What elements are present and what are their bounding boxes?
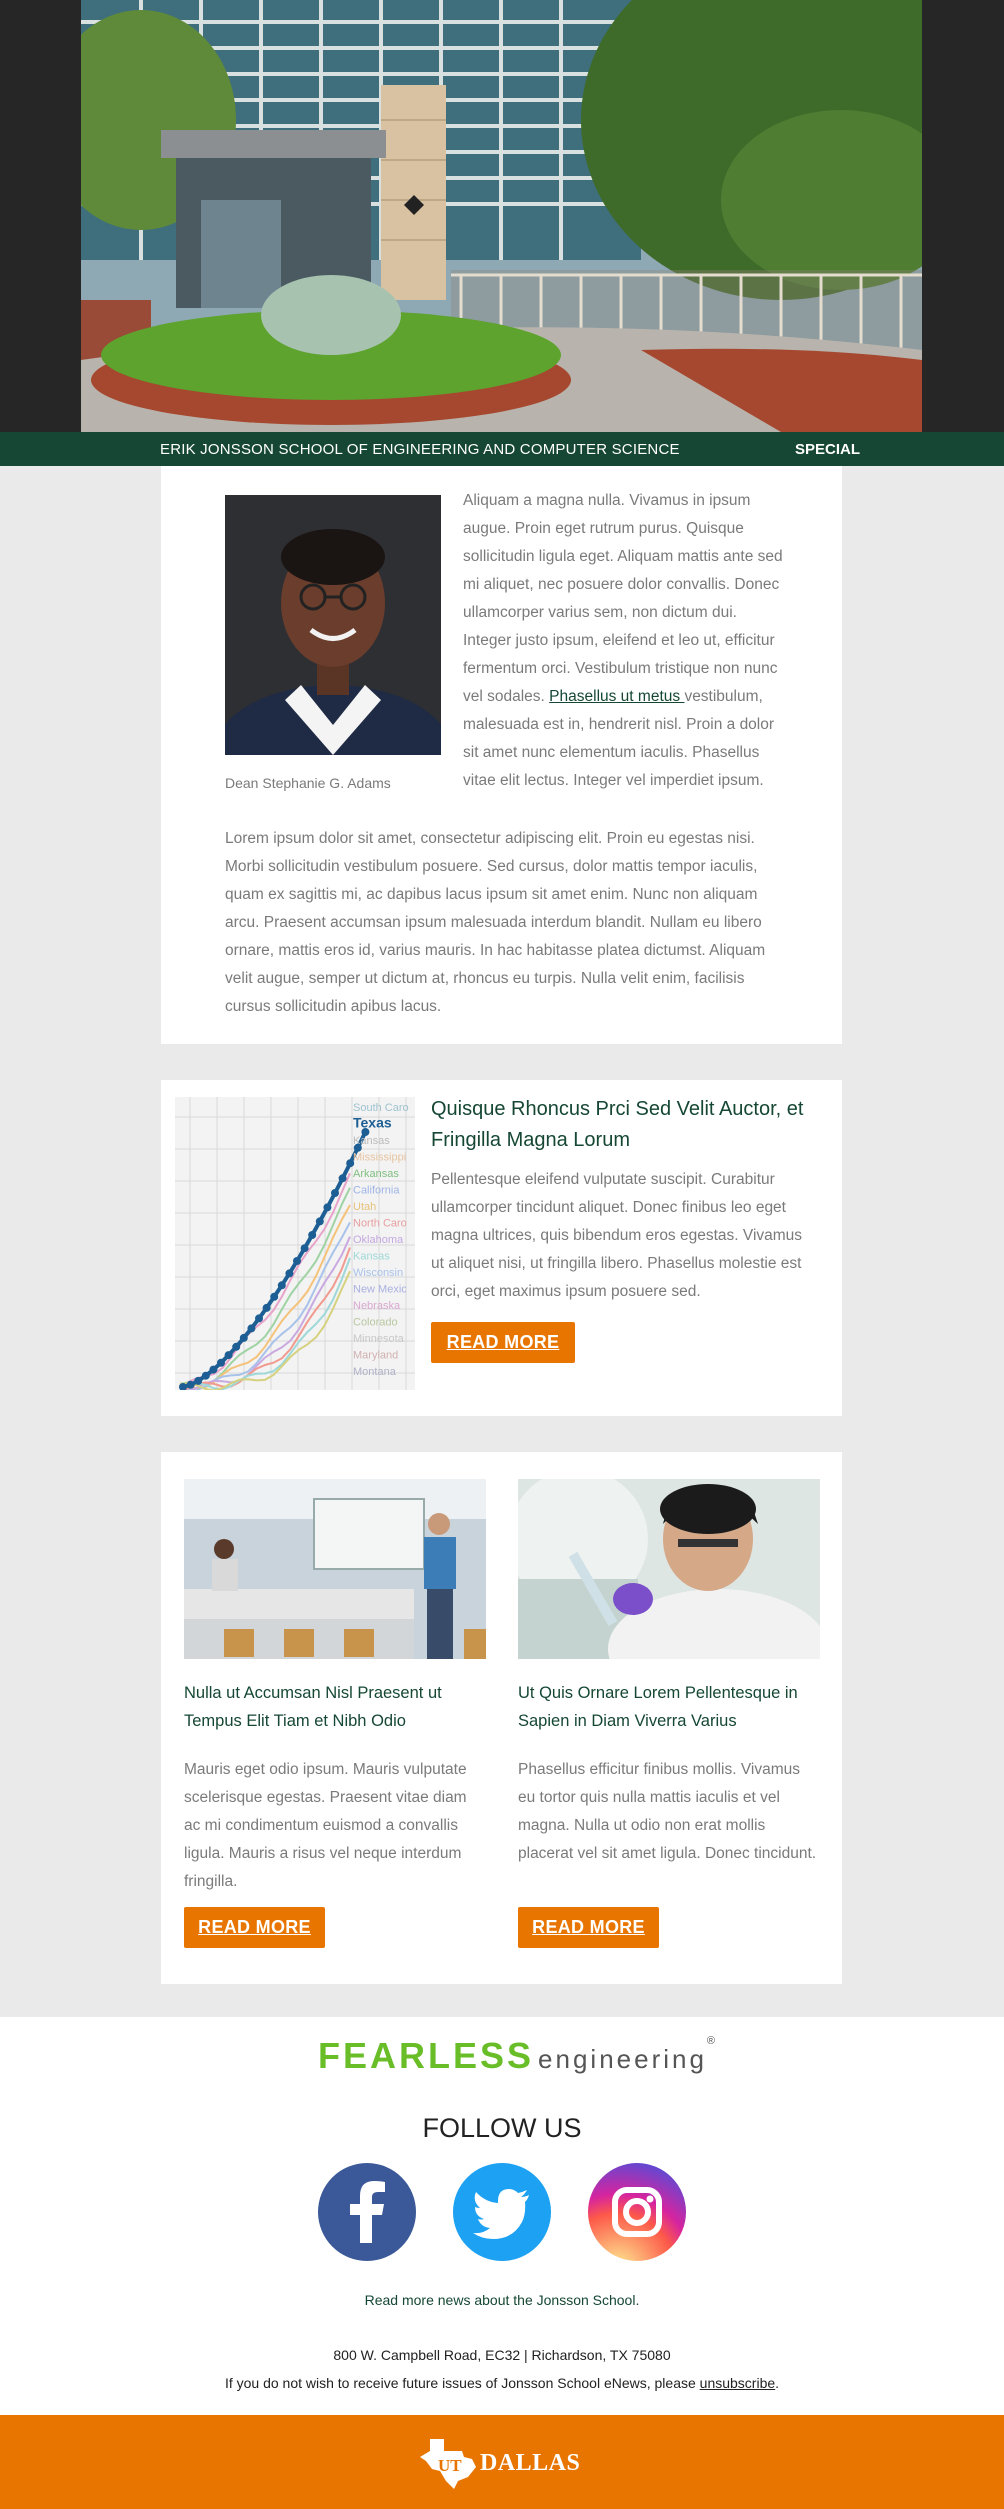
chart-image-label: Kansas [353, 1135, 390, 1147]
chart-image-label: South Caro [353, 1102, 409, 1114]
fearless-engineering-logo[interactable]: FEARLESS engineering® [318, 2035, 715, 2079]
chart-image-label: Kansas [353, 1251, 390, 1263]
chart-image-point [209, 1365, 218, 1374]
chart-image-label: North Caro [353, 1218, 407, 1230]
story-1-read-more-button[interactable]: READ MORE [184, 1907, 325, 1948]
chart-image-point [224, 1351, 233, 1360]
instagram-icon[interactable] [588, 2163, 686, 2261]
fearless-logo-light: engineering [538, 2044, 707, 2074]
story-2-read-more-button[interactable]: READ MORE [518, 1907, 659, 1948]
chart-image-point [262, 1303, 271, 1312]
story-2-body: Phasellus efficitur finibus mollis. Viva… [518, 1761, 817, 1862]
chart-image-point [239, 1333, 248, 1342]
story-2-title[interactable]: Ut Quis Ornare Lorem Pellentesque in Sap… [518, 1679, 828, 1735]
school-header-bar: ERIK JONSSON SCHOOL OF ENGINEERING AND C… [0, 432, 1004, 466]
dean-message-card: Dean Stephanie G. Adams Aliquam a magna … [161, 466, 842, 1044]
chart-image-point [247, 1324, 256, 1333]
chart-image-label: Nebraska [353, 1300, 401, 1312]
chart-image-label: Oklahoma [353, 1234, 404, 1246]
chart-image-point [270, 1292, 279, 1301]
story-1-body: Mauris eget odio ipsum. Mauris vulputate… [184, 1761, 467, 1890]
logo-ut-text: UT [438, 2456, 462, 2475]
two-stories-card: Nulla ut Accumsan Nisl Praesent ut Tempu… [161, 1452, 842, 1984]
dean-caption: Dean Stephanie G. Adams [225, 775, 391, 791]
facebook-icon[interactable] [318, 2163, 416, 2261]
registered-mark: ® [706, 2035, 716, 2047]
chart-image-label: Maryland [353, 1350, 398, 1362]
follow-us-heading: FOLLOW US [422, 2113, 582, 2143]
dean-intro-text: Aliquam a magna nulla. Vivamus in ipsum … [463, 487, 785, 795]
logo-dallas-text: DALLAS [480, 2450, 581, 2476]
chart-image-point [255, 1314, 263, 1323]
address: 800 W. Campbell Road, EC32 | Richardson,… [333, 2347, 671, 2363]
chart-image-point [315, 1217, 324, 1226]
chart-image-point [194, 1376, 203, 1385]
dean-inline-link[interactable]: Phasellus ut metus [549, 688, 684, 705]
chart-image-point [338, 1174, 347, 1183]
chart-image-label: Arkansas [353, 1168, 399, 1180]
chart-image-label: Mississippi [353, 1152, 406, 1164]
feature-body: Pellentesque eleifend vulputate suscipit… [431, 1171, 803, 1300]
twitter-icon[interactable] [453, 2163, 551, 2261]
school-name: ERIK JONSSON SCHOOL OF ENGINEERING AND C… [160, 441, 680, 458]
more-news-link[interactable]: Read more news about the Jonsson School. [0, 2292, 1004, 2308]
chart-image-label: Montana [353, 1366, 397, 1378]
story-1-photo [184, 1479, 486, 1659]
chart-image-point [308, 1231, 317, 1239]
hero-building-photo [81, 0, 922, 432]
footer: FEARLESS engineering® FOLLOW US Read more… [0, 2017, 1004, 2415]
story-2-photo [518, 1479, 820, 1659]
feature-story-card: South Caro Texas Kansas Mississippi Arkansas… [161, 1080, 842, 1416]
chart-image-point [232, 1342, 241, 1351]
chart-image-point [186, 1380, 195, 1389]
chart-image-point [201, 1371, 210, 1380]
edition-label: SPECIAL [795, 441, 861, 458]
utd-footer-bar: UT DALLAS [0, 2415, 1004, 2509]
fearless-logo-bold: FEARLESS [318, 2035, 535, 2076]
feature-title[interactable]: Quisque Rhoncus Prci Sed Velit Auctor, e… [431, 1094, 811, 1156]
chart-image-label: Minnesota [353, 1333, 405, 1345]
unsubscribe-line: If you do not wish to receive future iss… [0, 2375, 1004, 2391]
chart-image-point [217, 1358, 225, 1367]
chart-image-point [323, 1203, 332, 1212]
chart-image-label: New Mexic [353, 1284, 407, 1296]
feature-read-more-button[interactable]: READ MORE [431, 1322, 575, 1363]
dean-portrait [225, 495, 441, 755]
unsubscribe-text: If you do not wish to receive future iss… [224, 2375, 700, 2391]
chart-image-point [277, 1281, 286, 1290]
chart-image-label: Utah [353, 1201, 376, 1213]
chart-image-label: California [353, 1185, 400, 1197]
chart-image-point [293, 1257, 301, 1265]
dean-intro-part1: Aliquam a magna nulla. Vivamus in ipsum … [463, 492, 783, 705]
dean-body-text: Lorem ipsum dolor sit amet, consectetur … [225, 830, 766, 1015]
chart-image-point [331, 1189, 339, 1197]
chart-image-point [300, 1244, 309, 1253]
chart-image-label: Wisconsin [353, 1267, 403, 1279]
story-1-title[interactable]: Nulla ut Accumsan Nisl Praesent ut Tempu… [184, 1679, 494, 1735]
unsubscribe-period: . [775, 2375, 780, 2391]
chart-image-point [285, 1269, 294, 1278]
chart-image-label: Texas [353, 1115, 392, 1131]
texas-star-icon: UT [420, 2439, 476, 2489]
ut-dallas-logo[interactable]: UT DALLAS [418, 2437, 588, 2489]
unsubscribe-link[interactable]: unsubscribe [700, 2375, 776, 2391]
feature-chart-image: South Caro Texas Kansas Mississippi Arkansas… [175, 1097, 415, 1390]
chart-image-label: Colorado [353, 1317, 398, 1329]
